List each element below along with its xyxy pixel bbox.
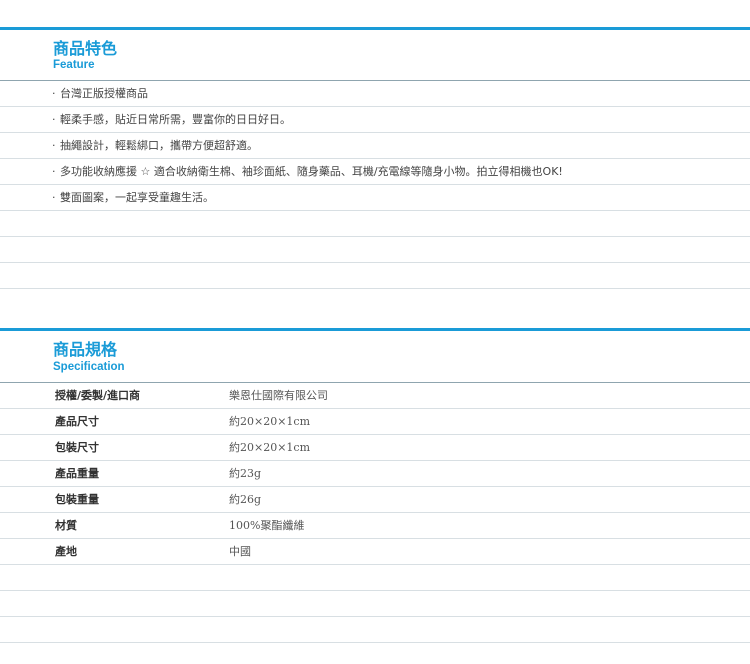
feature-item-text: 雙面圖案，一起享受童趣生活。 bbox=[60, 191, 214, 204]
bullet-icon: · bbox=[52, 87, 56, 100]
feature-top-rule bbox=[0, 27, 750, 30]
spec-label: 產品重量 bbox=[55, 467, 99, 480]
spec-empty-row bbox=[0, 591, 750, 617]
bullet-icon: · bbox=[52, 139, 56, 152]
spec-value: 約23g bbox=[229, 467, 262, 480]
spec-subtitle: Specification bbox=[53, 361, 125, 373]
feature-subtitle: Feature bbox=[53, 59, 95, 71]
spec-label: 材質 bbox=[55, 519, 77, 532]
feature-item-text: 多功能收納應援 ☆ 適合收納衛生棉、袖珍面紙、隨身藥品、耳機/充電線等隨身小物。… bbox=[60, 165, 563, 178]
feature-item-text: 抽繩設計，輕鬆綁口，攜帶方便超舒適。 bbox=[60, 139, 258, 152]
feature-item: · 雙面圖案，一起享受童趣生活。 bbox=[0, 185, 750, 211]
spec-row: 材質 100%聚酯纖維 bbox=[0, 513, 750, 539]
feature-item: · 台灣正版授權商品 bbox=[0, 81, 750, 107]
bullet-icon: · bbox=[52, 113, 56, 126]
bullet-icon: · bbox=[52, 165, 56, 178]
feature-item-text: 台灣正版授權商品 bbox=[60, 87, 148, 100]
feature-item: · 抽繩設計，輕鬆綁口，攜帶方便超舒適。 bbox=[0, 133, 750, 159]
feature-empty-row bbox=[0, 237, 750, 263]
spec-row: 產品尺寸 約20×20×1cm bbox=[0, 409, 750, 435]
spec-empty-row bbox=[0, 617, 750, 643]
spec-value: 100%聚酯纖維 bbox=[229, 519, 305, 532]
spec-row: 包裝尺寸 約20×20×1cm bbox=[0, 435, 750, 461]
spec-label: 授權/委製/進口商 bbox=[55, 389, 141, 402]
spec-value: 中國 bbox=[229, 545, 251, 558]
spec-label: 包裝尺寸 bbox=[55, 441, 99, 454]
spec-row: 產品重量 約23g bbox=[0, 461, 750, 487]
feature-item: · 多功能收納應援 ☆ 適合收納衛生棉、袖珍面紙、隨身藥品、耳機/充電線等隨身小… bbox=[0, 159, 750, 185]
feature-empty-row bbox=[0, 263, 750, 289]
feature-item: · 輕柔手感，貼近日常所需，豐富你的日日好日。 bbox=[0, 107, 750, 133]
spec-row: 產地 中國 bbox=[0, 539, 750, 565]
spec-empty-row bbox=[0, 565, 750, 591]
spec-value: 約20×20×1cm bbox=[229, 415, 311, 428]
feature-item-text: 輕柔手感，貼近日常所需，豐富你的日日好日。 bbox=[60, 113, 291, 126]
spec-value: 樂恩仕國際有限公司 bbox=[229, 389, 328, 402]
spec-title: 商品規格 bbox=[53, 340, 118, 359]
spec-label: 產品尺寸 bbox=[55, 415, 99, 428]
spec-label: 產地 bbox=[55, 545, 77, 558]
feature-empty-row bbox=[0, 211, 750, 237]
spec-row: 授權/委製/進口商 樂恩仕國際有限公司 bbox=[0, 383, 750, 409]
feature-title: 商品特色 bbox=[53, 39, 118, 58]
spec-value: 約26g bbox=[229, 493, 262, 506]
spec-row: 包裝重量 約26g bbox=[0, 487, 750, 513]
bullet-icon: · bbox=[52, 191, 56, 204]
spec-value: 約20×20×1cm bbox=[229, 441, 311, 454]
spec-top-rule bbox=[0, 328, 750, 331]
spec-label: 包裝重量 bbox=[55, 493, 99, 506]
